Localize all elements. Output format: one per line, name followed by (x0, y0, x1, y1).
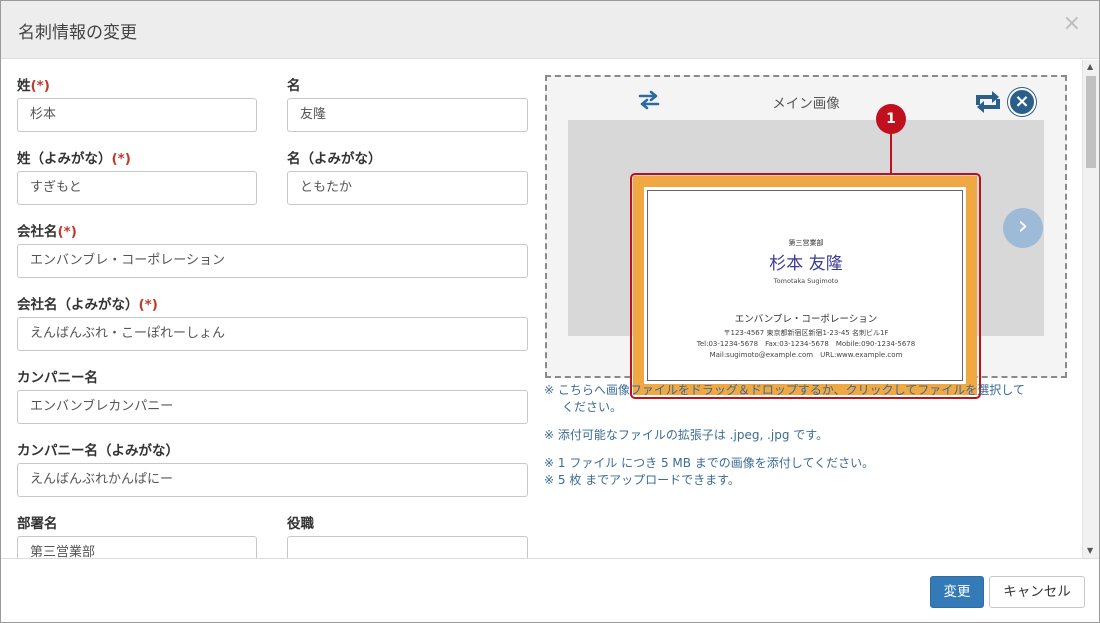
submit-button[interactable]: 変更 (930, 576, 984, 608)
scroll-down-icon[interactable]: ▼ (1087, 546, 1093, 555)
position-label: 役職 (287, 516, 314, 532)
last-name-label: 姓(*) (17, 78, 50, 94)
company-label: 会社名(*) (17, 224, 77, 240)
dialog-footer: 変更 キャンセル (1, 558, 1099, 622)
note-extensions: ※ 添付可能なファイルの拡張子は .jpeg, .jpg です。 (544, 428, 829, 442)
scroll-thumb[interactable] (1086, 76, 1096, 168)
callout-badge: 1 (876, 104, 906, 134)
edit-card-dialog: 名刺情報の変更 × 姓(*) 杉本 名 友隆 姓（よみがな）(*) すぎもと 名… (0, 0, 1100, 623)
callout-highlight (630, 173, 981, 399)
company-input[interactable]: エンバンブレ・コーポレーション (17, 244, 528, 278)
cancel-button[interactable]: キャンセル (989, 576, 1085, 608)
company-short-kana-label: カンパニー名（よみがな） (17, 443, 179, 459)
first-name-label: 名 (287, 78, 301, 94)
scrollbar[interactable]: ▲ ▼ (1082, 60, 1099, 558)
first-name-input[interactable]: 友隆 (287, 98, 528, 132)
required-mark: (*) (138, 297, 158, 313)
swap-icon[interactable] (637, 90, 661, 110)
position-input[interactable] (287, 536, 528, 558)
note-filesize: ※ 1 ファイル につき 5 MB までの画像を添付してください。 (544, 456, 875, 470)
note-count: ※ 5 枚 までアップロードできます。 (544, 473, 740, 487)
company-kana-label: 会社名（よみがな）(*) (17, 297, 158, 313)
department-label: 部署名 (17, 516, 58, 532)
required-mark: (*) (111, 151, 131, 167)
chevron-right-icon[interactable]: › (1003, 208, 1043, 248)
dialog-body: 姓(*) 杉本 名 友隆 姓（よみがな）(*) すぎもと 名（よみがな） ともた… (1, 60, 1099, 558)
last-name-kana-label: 姓（よみがな）(*) (17, 151, 131, 167)
scroll-up-icon[interactable]: ▲ (1087, 62, 1093, 71)
first-name-kana-input[interactable]: ともたか (287, 171, 528, 205)
rotate-icon[interactable] (973, 89, 1003, 113)
required-mark: (*) (57, 224, 77, 240)
note-dragdrop-cont: ください。 (562, 400, 623, 414)
required-mark: (*) (30, 78, 50, 94)
callout-line (890, 130, 892, 173)
company-short-kana-input[interactable]: えんばんぶれかんぱにー (17, 463, 528, 497)
dialog-title: 名刺情報の変更 (18, 23, 137, 43)
last-name-input[interactable]: 杉本 (17, 98, 257, 132)
delete-icon[interactable]: × (1008, 88, 1036, 116)
close-icon[interactable]: × (1063, 13, 1081, 35)
company-short-input[interactable]: エンバンブレカンパニー (17, 390, 528, 424)
company-kana-input[interactable]: えんばんぶれ・こーぽれーしょん (17, 317, 528, 351)
note-dragdrop: ※ こちらへ画像ファイルをドラッグ＆ドロップするか、クリックしてファイルを選択し… (544, 383, 1025, 397)
company-short-label: カンパニー名 (17, 370, 98, 386)
department-input[interactable]: 第三営業部 (17, 536, 257, 558)
last-name-kana-input[interactable]: すぎもと (17, 171, 257, 205)
first-name-kana-label: 名（よみがな） (287, 151, 382, 167)
dialog-header: 名刺情報の変更 × (1, 1, 1099, 59)
